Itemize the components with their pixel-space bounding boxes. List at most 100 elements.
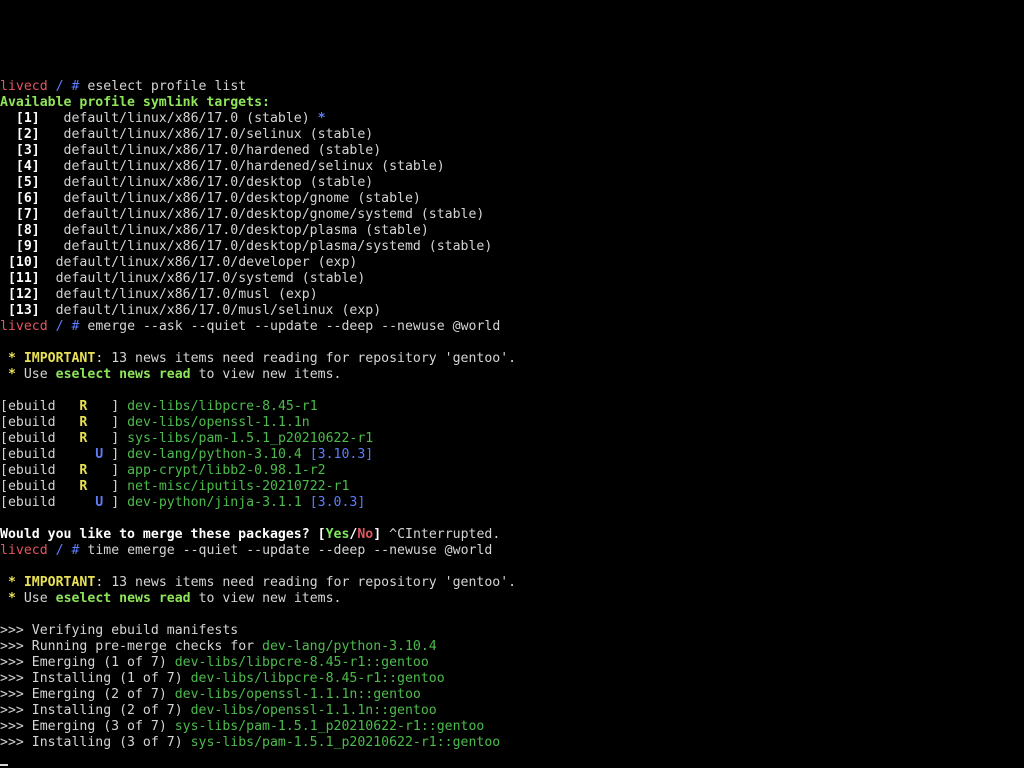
news-hint: * Use eselect news read to view new item… — [0, 367, 1024, 383]
profile-status: (stable) — [357, 191, 421, 206]
progress-text: Emerging (3 of 7) — [31, 719, 167, 734]
profile-index: [10] — [7, 255, 40, 270]
progress-text: Emerging (1 of 7) — [31, 655, 167, 670]
ebuild-entry: [ebuild U ] dev-python/jinja-3.1.1 [3.0.… — [0, 495, 1024, 511]
ebuild-package: sys-libs/pam-1.5.1_p20210622-r1 — [127, 431, 374, 446]
profile-path: default/linux/x86/17.0/desktop/gnome — [63, 191, 350, 206]
profile-status: (stable) — [428, 239, 493, 254]
terminal-line: Available profile symlink targets: — [0, 95, 1024, 111]
profile-entry: [13] default/linux/x86/17.0/musl/selinux… — [0, 303, 1024, 319]
profile-path: default/linux/x86/17.0/desktop/plasma/sy… — [63, 239, 421, 254]
profile-path: default/linux/x86/17.0/developer — [55, 255, 310, 270]
profile-index: [11] — [7, 271, 40, 286]
merge-no: No — [357, 527, 374, 542]
profile-status: (exp) — [341, 303, 382, 318]
progress-arrows: >>> — [0, 655, 24, 670]
star-bullet: * — [7, 351, 16, 366]
progress-text: Emerging (2 of 7) — [31, 687, 167, 702]
profile-path: default/linux/x86/17.0/musl/selinux — [55, 303, 334, 318]
ebuild-package: dev-libs/libpcre-8.45-r1 — [127, 399, 318, 414]
profile-entry: [1] default/linux/x86/17.0 (stable) * — [0, 111, 1024, 127]
ebuild-label: [ebuild — [0, 479, 56, 494]
star-bullet: * — [7, 367, 16, 382]
profile-path: default/linux/x86/17.0/hardened — [63, 143, 310, 158]
profile-entry: [5] default/linux/x86/17.0/desktop (stab… — [0, 175, 1024, 191]
ebuild-old-version: [3.0.3] — [309, 495, 366, 510]
ebuild-entry: [ebuild R ] dev-libs/libpcre-8.45-r1 — [0, 399, 1024, 415]
news-suffix: to view new items. — [198, 367, 342, 382]
progress-text: Installing (2 of 7) — [31, 703, 183, 718]
ebuild-label: [ebuild — [0, 399, 56, 414]
profile-entry: [10] default/linux/x86/17.0/developer (e… — [0, 255, 1024, 271]
prompt-host: livecd — [0, 543, 48, 558]
progress-text: Verifying ebuild manifests — [31, 623, 239, 638]
ebuild-entry: [ebuild U ] dev-lang/python-3.10.4 [3.10… — [0, 447, 1024, 463]
important-text: : 13 news items need reading for reposit… — [95, 575, 517, 590]
progress-arrows: >>> — [0, 687, 24, 702]
progress-package: sys-libs/pam-1.5.1_p20210622-r1::gentoo — [190, 735, 501, 750]
prompt-host: livecd — [0, 319, 48, 334]
profile-index: [7] — [15, 207, 40, 222]
profile-entry: [9] default/linux/x86/17.0/desktop/plasm… — [0, 239, 1024, 255]
prompt-path: / — [55, 79, 64, 94]
progress-package: dev-libs/openssl-1.1.1n::gentoo — [190, 703, 437, 718]
profile-index: [9] — [15, 239, 40, 254]
ebuild-label: [ebuild — [0, 495, 56, 510]
profile-path: default/linux/x86/17.0/selinux — [63, 127, 302, 142]
merge-bracket-close: ] — [373, 527, 382, 542]
ebuild-label: [ebuild — [0, 447, 56, 462]
prompt-host: livecd — [0, 79, 48, 94]
ebuild-flag: U — [95, 495, 104, 510]
progress-line: >>> Installing (2 of 7) dev-libs/openssl… — [0, 703, 1024, 719]
profile-entry: [2] default/linux/x86/17.0/selinux (stab… — [0, 127, 1024, 143]
ebuild-close: ] — [111, 415, 120, 430]
progress-package: dev-libs/openssl-1.1.1n::gentoo — [174, 687, 421, 702]
news-prefix: Use — [23, 367, 48, 382]
progress-text: Running pre-merge checks for — [31, 639, 255, 654]
profile-path: default/linux/x86/17.0/systemd — [55, 271, 294, 286]
progress-package: dev-libs/libpcre-8.45-r1::gentoo — [190, 671, 445, 686]
news-suffix: to view new items. — [198, 591, 342, 606]
profile-entry: [7] default/linux/x86/17.0/desktop/gnome… — [0, 207, 1024, 223]
profile-path: default/linux/x86/17.0/desktop/plasma — [63, 223, 358, 238]
ebuild-entry: [ebuild R ] sys-libs/pam-1.5.1_p20210622… — [0, 431, 1024, 447]
progress-package: sys-libs/pam-1.5.1_p20210622-r1::gentoo — [174, 719, 485, 734]
profile-entry: [3] default/linux/x86/17.0/hardened (sta… — [0, 143, 1024, 159]
prompt-symbol: # — [71, 319, 80, 334]
profile-status: (stable) — [309, 127, 374, 142]
ebuild-entry: [ebuild R ] dev-libs/openssl-1.1.1n — [0, 415, 1024, 431]
profile-status: (stable) — [420, 207, 485, 222]
ebuild-package: dev-lang/python-3.10.4 — [127, 447, 302, 462]
ebuild-entry: [ebuild R ] app-crypt/libb2-0.98.1-r2 — [0, 463, 1024, 479]
profile-index: [12] — [7, 287, 40, 302]
progress-line: >>> Installing (1 of 7) dev-libs/libpcre… — [0, 671, 1024, 687]
progress-arrows: >>> — [0, 671, 24, 686]
news-prefix: Use — [23, 591, 48, 606]
ebuild-label: [ebuild — [0, 431, 56, 446]
news-command: eselect news read — [55, 591, 191, 606]
progress-arrows: >>> — [0, 735, 24, 750]
profile-entry: [4] default/linux/x86/17.0/hardened/seli… — [0, 159, 1024, 175]
ebuild-package: dev-python/jinja-3.1.1 — [127, 495, 302, 510]
progress-line: >>> Emerging (1 of 7) dev-libs/libpcre-8… — [0, 655, 1024, 671]
profile-status: (stable) — [301, 271, 366, 286]
news-command: eselect news read — [55, 367, 191, 382]
star-bullet: * — [7, 575, 16, 590]
prompt-command: emerge --ask --quiet --update --deep --n… — [87, 319, 501, 334]
ebuild-close: ] — [111, 463, 120, 478]
terminal-output[interactable]: livecd / # eselect profile list Available… — [0, 79, 1024, 751]
profile-entry: [6] default/linux/x86/17.0/desktop/gnome… — [0, 191, 1024, 207]
profile-index: [2] — [15, 127, 40, 142]
progress-text: Installing (1 of 7) — [31, 671, 183, 686]
ebuild-entry: [ebuild R ] net-misc/iputils-20210722-r1 — [0, 479, 1024, 495]
ebuild-flag: R — [79, 415, 88, 430]
interrupted-text: ^CInterrupted. — [389, 527, 501, 542]
ebuild-flag: R — [79, 463, 88, 478]
merge-yes: Yes — [325, 527, 350, 542]
profile-index: [1] — [15, 111, 40, 126]
profile-status: (stable) — [317, 143, 382, 158]
